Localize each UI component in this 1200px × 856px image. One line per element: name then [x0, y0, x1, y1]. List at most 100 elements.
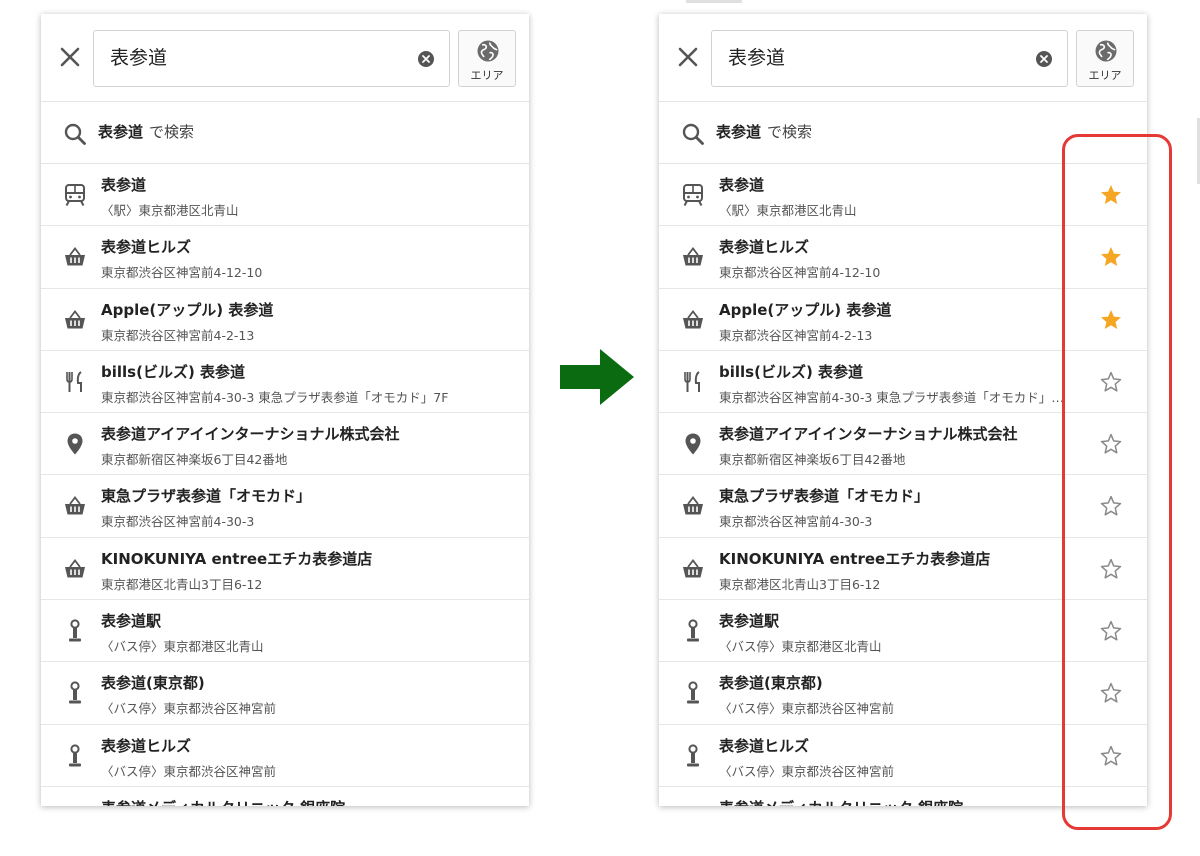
- area-button-label: エリア: [470, 69, 504, 82]
- result-item[interactable]: Apple(アップル) 表参道 東京都渋谷区神宮前4-2-13: [41, 289, 529, 351]
- search-query: 表参道: [110, 47, 168, 69]
- result-address: 東京都渋谷区神宮前4-30-3 東急プラザ表参道「オモカド」7F: [719, 389, 1064, 405]
- result-address: 東京都新宿区神楽坂6丁目42番地: [719, 452, 906, 468]
- result-address: 〈バス停〉東京都渋谷区神宮前: [101, 701, 277, 717]
- result-name: bills(ビルズ) 表参道: [719, 362, 864, 381]
- train-icon: [63, 183, 87, 207]
- result-address: 東京都港区北青山3丁目6-12: [719, 576, 881, 592]
- result-name: 表参道アイアイインターナショナル株式会社: [101, 425, 400, 444]
- result-address: 〈駅〉東京都港区北青山: [719, 203, 857, 218]
- result-item[interactable]: 表参道ヒルズ東京都渋谷区神宮前4-12-10: [41, 226, 529, 289]
- result-name: KINOKUNIYA entreeエチカ表参道店: [719, 549, 991, 568]
- bus-stop-icon: [681, 744, 705, 768]
- search-suffix: で検索: [149, 123, 195, 141]
- result-address: 東京都渋谷区神宮前4-12-10: [719, 265, 881, 281]
- result-name: 表参道ヒルズ: [101, 736, 192, 755]
- result-name: 東急プラザ表参道「オモカド」: [719, 487, 930, 506]
- close-icon[interactable]: [55, 42, 85, 72]
- area-button[interactable]: エリア: [1076, 30, 1134, 87]
- bus-stop-icon: [63, 681, 87, 705]
- result-address: 東京都渋谷区神宮前4-2-13: [101, 327, 255, 343]
- result-name: 表参道ヒルズ: [719, 238, 810, 257]
- result-name: 表参道アイアイインターナショナル株式会社: [719, 425, 1018, 444]
- shop-basket-icon: [63, 557, 87, 581]
- result-address: 東京都渋谷区神宮前4-30-3: [719, 514, 873, 530]
- bus-stop-icon: [63, 619, 87, 643]
- search-suggestion[interactable]: 表参道 で検索: [41, 102, 529, 164]
- result-address: 東京都渋谷区神宮前4-30-3: [101, 514, 255, 530]
- shop-basket-icon: [63, 494, 87, 518]
- result-name: 表参道駅: [719, 612, 780, 631]
- result-address: 東京都渋谷区神宮前4-2-13: [719, 327, 873, 343]
- train-icon: [681, 183, 705, 207]
- result-name: 表参道ヒルズ: [719, 736, 810, 755]
- result-address: 〈バス停〉東京都港区北青山: [101, 639, 264, 655]
- search-input[interactable]: 表参道: [711, 30, 1068, 87]
- clear-input-icon[interactable]: [1035, 50, 1053, 68]
- result-address: 東京都新宿区神楽坂6丁目42番地: [101, 452, 288, 468]
- bus-stop-icon: [681, 681, 705, 705]
- result-name: 表参道(東京都): [101, 674, 205, 693]
- result-item[interactable]: 表参道〈駅〉東京都港区北青山: [41, 164, 529, 227]
- shop-basket-icon: [681, 557, 705, 581]
- search-icon: [63, 122, 87, 150]
- search-header: 表参道 エリア: [41, 14, 529, 102]
- search-query: 表参道: [728, 47, 786, 69]
- shop-basket-icon: [63, 245, 87, 269]
- result-item[interactable]: 東急プラザ表参道「オモカド」 東京都渋谷区神宮前4-30-3: [41, 475, 529, 538]
- globe-icon: [1094, 39, 1118, 67]
- search-keyword: 表参道: [98, 123, 144, 141]
- search-icon: [681, 122, 705, 150]
- globe-icon: [476, 39, 500, 67]
- search-panel-before: 表参道 エリア 表参道 で検索 表参道 〈駅〉東京都港区北青山 表参道ヒルズ 東京都渋谷…: [41, 14, 529, 806]
- result-item[interactable]: 表参道アイアイインターナショナル株式会社 東京都新宿区神楽坂6丁目42番地: [41, 413, 529, 476]
- right-arrow-icon: [558, 346, 636, 412]
- result-address: 東京都渋谷区神宮前4-12-10: [101, 265, 263, 281]
- area-button[interactable]: エリア: [458, 30, 516, 87]
- result-name: 表参道(東京都): [719, 674, 823, 693]
- result-name: 表参道駅: [101, 612, 162, 631]
- result-name: KINOKUNIYA entreeエチカ表参道店: [101, 549, 373, 568]
- search-keyword: 表参道: [716, 123, 762, 141]
- result-item[interactable]: bills(ビルズ) 表参道東京都渋谷区神宮前4-30-3 東急プラザ表参道「オ…: [41, 351, 529, 414]
- search-input[interactable]: 表参道: [93, 30, 450, 87]
- result-name: bills(ビルズ) 表参道: [101, 362, 246, 381]
- location-pin-icon: [681, 432, 705, 456]
- bus-stop-icon: [681, 619, 705, 643]
- result-name: 表参道: [719, 176, 765, 194]
- close-icon[interactable]: [673, 42, 703, 72]
- result-address: 〈バス停〉東京都港区北青山: [719, 639, 882, 655]
- result-name: Apple(アップル) 表参道: [101, 300, 274, 319]
- result-name: Apple(アップル) 表参道: [719, 300, 892, 319]
- clear-input-icon[interactable]: [417, 50, 435, 68]
- bus-stop-icon: [63, 744, 87, 768]
- result-address: 〈駅〉東京都港区北青山: [101, 203, 239, 218]
- shop-basket-icon: [681, 308, 705, 332]
- search-header: 表参道 エリア: [659, 14, 1147, 102]
- result-item[interactable]: 表参道駅〈バス停〉東京都港区北青山: [41, 600, 529, 663]
- result-item[interactable]: 表参道(東京都) 〈バス停〉東京都渋谷区神宮前: [41, 662, 529, 725]
- result-address: 東京都港区北青山3丁目6-12: [101, 576, 263, 592]
- result-item[interactable]: 表参道ヒルズ〈バス停〉東京都渋谷区神宮前: [41, 725, 529, 787]
- result-item[interactable]: KINOKUNIYA entreeエチカ表参道店 東京都港区北青山3丁目6-12: [41, 538, 529, 601]
- shop-basket-icon: [681, 245, 705, 269]
- result-name: 表参道メディカルクリニック 銀座院: [719, 797, 963, 806]
- result-name: 表参道: [101, 176, 147, 194]
- result-address: 〈バス停〉東京都渋谷区神宮前: [719, 763, 895, 779]
- result-item[interactable]: 表参道メディカルクリニック 銀座院: [41, 787, 529, 806]
- search-suffix: で検索: [767, 123, 813, 141]
- area-button-label: エリア: [1088, 69, 1122, 82]
- location-pin-icon: [63, 432, 87, 456]
- restaurant-icon: [681, 370, 705, 394]
- result-name: 表参道メディカルクリニック 銀座院: [101, 797, 345, 806]
- favorite-column-highlight: [1062, 134, 1172, 830]
- result-address: 東京都渋谷区神宮前4-30-3 東急プラザ表参道「オモカド」7F: [101, 389, 449, 405]
- restaurant-icon: [63, 370, 87, 394]
- result-name: 東急プラザ表参道「オモカド」: [101, 487, 312, 506]
- result-name: 表参道ヒルズ: [101, 238, 192, 257]
- shop-basket-icon: [681, 494, 705, 518]
- result-address: 〈バス停〉東京都渋谷区神宮前: [719, 701, 895, 717]
- shop-basket-icon: [63, 308, 87, 332]
- result-address: 〈バス停〉東京都渋谷区神宮前: [101, 763, 277, 779]
- results-list: 表参道 〈駅〉東京都港区北青山 表参道ヒルズ 東京都渋谷区神宮前4-12-10 Appl…: [41, 164, 529, 806]
